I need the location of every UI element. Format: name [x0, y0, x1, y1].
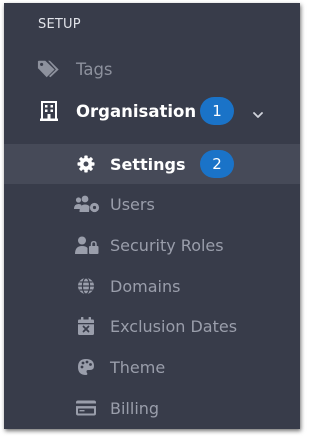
sidebar-item-tags[interactable]: Tags — [4, 49, 300, 89]
sidebar-item-label: Security Roles — [110, 235, 224, 255]
sidebar-panel: SETUP Tags Organisation 1 Settings 2 Use… — [4, 3, 300, 429]
sidebar-item-label: Exclusion Dates — [110, 316, 238, 336]
sidebar-item-label: Settings — [110, 154, 186, 174]
building-icon — [37, 100, 61, 122]
credit-card-icon — [76, 398, 96, 418]
sidebar-item-label: Billing — [110, 398, 160, 418]
sidebar-item-domains[interactable]: Domains — [4, 266, 300, 306]
sidebar-item-billing[interactable]: Billing — [4, 388, 300, 428]
gear-icon — [76, 154, 96, 174]
sidebar-item-organisation[interactable]: Organisation 1 — [4, 91, 300, 131]
sidebar-item-label: Theme — [110, 357, 166, 377]
sidebar-item-label: Organisation — [76, 101, 197, 121]
sidebar-item-theme[interactable]: Theme — [4, 347, 300, 387]
sidebar-item-label: Tags — [76, 59, 113, 79]
sidebar-item-security-roles[interactable]: Security Roles — [4, 225, 300, 265]
tags-icon — [37, 58, 61, 80]
users-cog-icon — [74, 194, 100, 214]
sidebar-item-exclusion-dates[interactable]: Exclusion Dates — [4, 306, 300, 346]
globe-icon — [76, 276, 96, 296]
sidebar-item-users[interactable]: Users — [4, 184, 300, 224]
step-badge: 1 — [200, 97, 234, 125]
step-badge: 2 — [200, 150, 234, 178]
calendar-times-icon — [76, 316, 96, 336]
sidebar-item-label: Domains — [110, 276, 181, 296]
palette-icon — [76, 357, 96, 377]
chevron-down-icon[interactable] — [252, 105, 264, 118]
section-label: SETUP — [38, 17, 81, 32]
sidebar-item-label: Users — [110, 194, 155, 214]
sidebar-item-settings[interactable]: Settings 2 — [4, 144, 300, 184]
user-lock-icon — [75, 235, 99, 255]
